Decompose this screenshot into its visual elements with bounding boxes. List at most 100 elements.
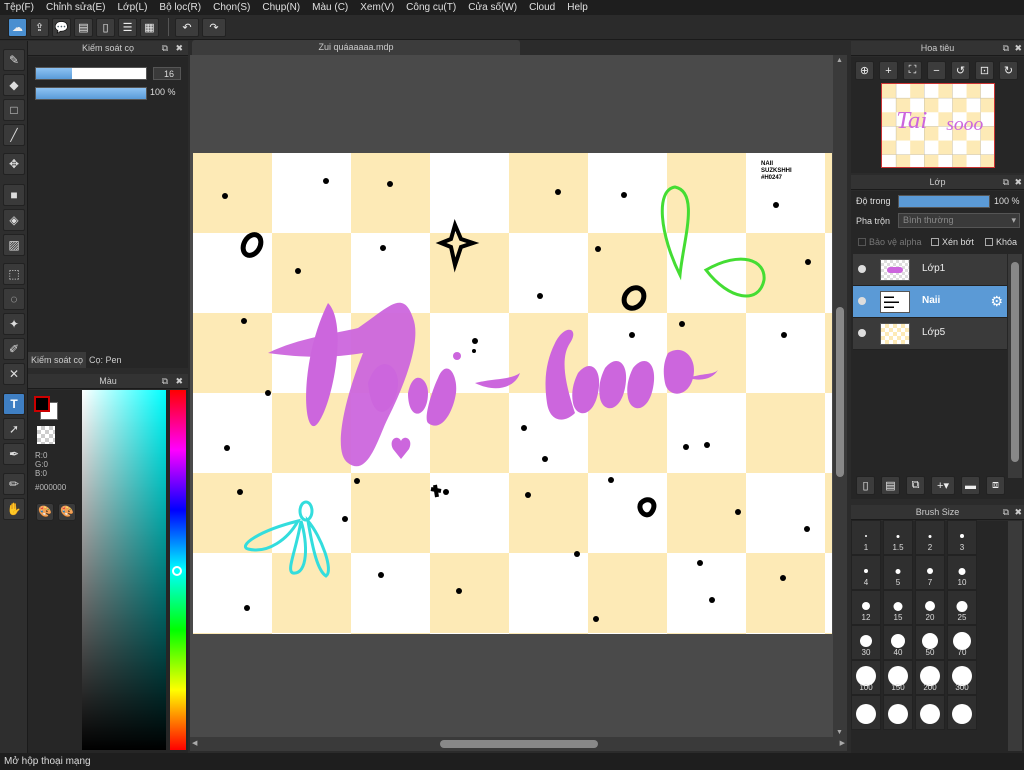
line-tool-icon[interactable]: ╱	[3, 124, 25, 146]
fit-icon[interactable]: ⛶	[903, 61, 922, 80]
new-layer-icon[interactable]: ▯	[856, 476, 875, 495]
brush-size-cell[interactable]: 2	[915, 520, 945, 555]
blend-mode-select[interactable]: Bình thường ▾	[898, 213, 1020, 228]
zoom-out-icon[interactable]: −	[927, 61, 946, 80]
close-icon[interactable]: ✖	[175, 41, 183, 56]
horizontal-scrollbar[interactable]: ◀ ▶	[190, 737, 847, 751]
popout-icon[interactable]: ⧉	[1003, 175, 1009, 190]
brush-size-cell[interactable]: 200	[915, 660, 945, 695]
zoom-icon[interactable]: ⊕	[855, 61, 874, 80]
visibility-icon[interactable]	[858, 297, 866, 305]
brush-size-cell[interactable]: 4	[851, 555, 881, 590]
rotate-right-icon[interactable]: ↻	[999, 61, 1018, 80]
brush-size-cell[interactable]	[915, 695, 945, 730]
menu-select[interactable]: Chọn(S)	[213, 2, 250, 13]
select-eraser-icon[interactable]: ✕	[3, 363, 25, 385]
layer-row[interactable]: Lớp1	[853, 254, 1007, 286]
brush-size-cell[interactable]: 150	[883, 660, 913, 695]
fill-rect-tool-icon[interactable]: ■	[3, 184, 25, 206]
vertical-scroll-thumb[interactable]	[836, 307, 844, 477]
select-pen-icon[interactable]: ✐	[3, 338, 25, 360]
grid-icon[interactable]: ▦	[140, 17, 159, 37]
brush-tool-icon[interactable]: ✎	[3, 49, 25, 71]
visibility-icon[interactable]	[858, 265, 866, 273]
brush-size-cell[interactable]: 40	[883, 625, 913, 660]
clipping-option[interactable]: Xén bớt	[931, 237, 974, 247]
protect-alpha-option[interactable]: Bảo vệ alpha	[858, 237, 922, 247]
menu-cloud[interactable]: Cloud	[529, 2, 555, 13]
brush-opacity-slider[interactable]	[35, 87, 147, 100]
palette-icon[interactable]: 🎨	[36, 503, 54, 521]
artboard[interactable]: NAII SUZKSHHI #H0247	[193, 153, 832, 634]
redo-icon[interactable]: ↷	[202, 17, 226, 37]
bucket-tool-icon[interactable]: ◈	[3, 209, 25, 231]
document-tab[interactable]: Zui quáaaaaa.mdp	[192, 40, 520, 55]
close-icon[interactable]: ✖	[1014, 175, 1022, 190]
primary-color-swatch[interactable]	[34, 396, 50, 412]
share-icon[interactable]: ⇪	[30, 17, 49, 37]
rectangle-tool-icon[interactable]: □	[3, 99, 25, 121]
close-icon[interactable]: ✖	[1014, 505, 1022, 520]
layer-opacity-slider[interactable]	[898, 195, 990, 208]
popout-icon[interactable]: ⧉	[162, 41, 168, 56]
brush-size-cell[interactable]: 100	[851, 660, 881, 695]
brush-size-scrollbar[interactable]	[1008, 521, 1022, 751]
layers-scroll-thumb[interactable]	[1011, 262, 1019, 462]
tab-brush-pen[interactable]: Cọ: Pen	[86, 352, 125, 368]
speech-icon[interactable]: 💬	[52, 17, 71, 37]
transparent-swatch[interactable]	[37, 426, 55, 444]
brush-size-cell[interactable]: 50	[915, 625, 945, 660]
operation-tool-icon[interactable]: ➚	[3, 418, 25, 440]
eraser-tool-icon[interactable]: ◆	[3, 74, 25, 96]
menu-tools[interactable]: Công cụ(T)	[406, 2, 456, 13]
scroll-left-icon[interactable]: ◀	[192, 739, 197, 747]
comment-icon[interactable]: ▤	[74, 17, 93, 37]
scroll-up-icon[interactable]: ▲	[836, 57, 843, 64]
saturation-value-picker[interactable]	[82, 390, 166, 750]
menu-layer[interactable]: Lớp(L)	[118, 2, 148, 13]
hue-handle[interactable]	[172, 566, 182, 576]
menu-file[interactable]: Tệp(F)	[4, 2, 34, 13]
menu-window[interactable]: Cửa số(W)	[468, 2, 517, 13]
protect-alpha-checkbox[interactable]	[858, 238, 866, 246]
scroll-right-icon[interactable]: ▶	[840, 739, 845, 747]
lasso-icon[interactable]: ◌	[3, 288, 25, 310]
gear-icon[interactable]: ⚙	[990, 293, 1003, 310]
lock-option[interactable]: Khóa	[985, 237, 1017, 247]
brush-size-cell[interactable]: 7	[915, 555, 945, 590]
palette-add-icon[interactable]: 🎨	[58, 503, 76, 521]
brush-size-cell[interactable]: 5	[883, 555, 913, 590]
brush-size-cell[interactable]: 300	[947, 660, 977, 695]
hand-tool-icon[interactable]: ✋	[3, 498, 25, 520]
clipping-checkbox[interactable]	[931, 238, 939, 246]
popout-icon[interactable]: ⧉	[162, 374, 168, 389]
layer-row[interactable]: Lớp5	[853, 318, 1007, 350]
brush-size-cell[interactable]: 1.5	[883, 520, 913, 555]
brush-size-slider[interactable]	[35, 67, 147, 80]
list-icon[interactable]: ☰	[118, 17, 137, 37]
cloud-icon[interactable]: ☁	[8, 17, 27, 37]
brush-size-cell[interactable]: 25	[947, 590, 977, 625]
brush-size-cell[interactable]: 12	[851, 590, 881, 625]
menu-capture[interactable]: Chụp(N)	[262, 2, 300, 13]
merge-icon[interactable]: ⧈	[986, 476, 1005, 495]
popout-icon[interactable]: ⧉	[1003, 41, 1009, 56]
brush-size-cell[interactable]: 15	[883, 590, 913, 625]
brush-size-cell[interactable]: 30	[851, 625, 881, 660]
brush-size-cell[interactable]: 20	[915, 590, 945, 625]
brush-size-cell[interactable]: 3	[947, 520, 977, 555]
rotate-left-icon[interactable]: ↺	[951, 61, 970, 80]
tab-brush-control[interactable]: Kiếm soát cọ	[28, 352, 87, 368]
visibility-icon[interactable]	[858, 329, 866, 337]
new-raster-icon[interactable]: ▤	[881, 476, 900, 495]
move-tool-icon[interactable]: ✥	[3, 153, 25, 175]
magic-wand-icon[interactable]: ✦	[3, 313, 25, 335]
lock-checkbox[interactable]	[985, 238, 993, 246]
brush-size-cell[interactable]	[851, 695, 881, 730]
layers-scrollbar[interactable]	[1008, 254, 1022, 478]
reset-view-icon[interactable]: ⊡	[975, 61, 994, 80]
brush-size-cell[interactable]	[883, 695, 913, 730]
horizontal-scroll-thumb[interactable]	[440, 740, 598, 748]
menu-edit[interactable]: Chỉnh sửa(E)	[46, 2, 106, 13]
pen-tool-icon[interactable]: ✏	[3, 473, 25, 495]
